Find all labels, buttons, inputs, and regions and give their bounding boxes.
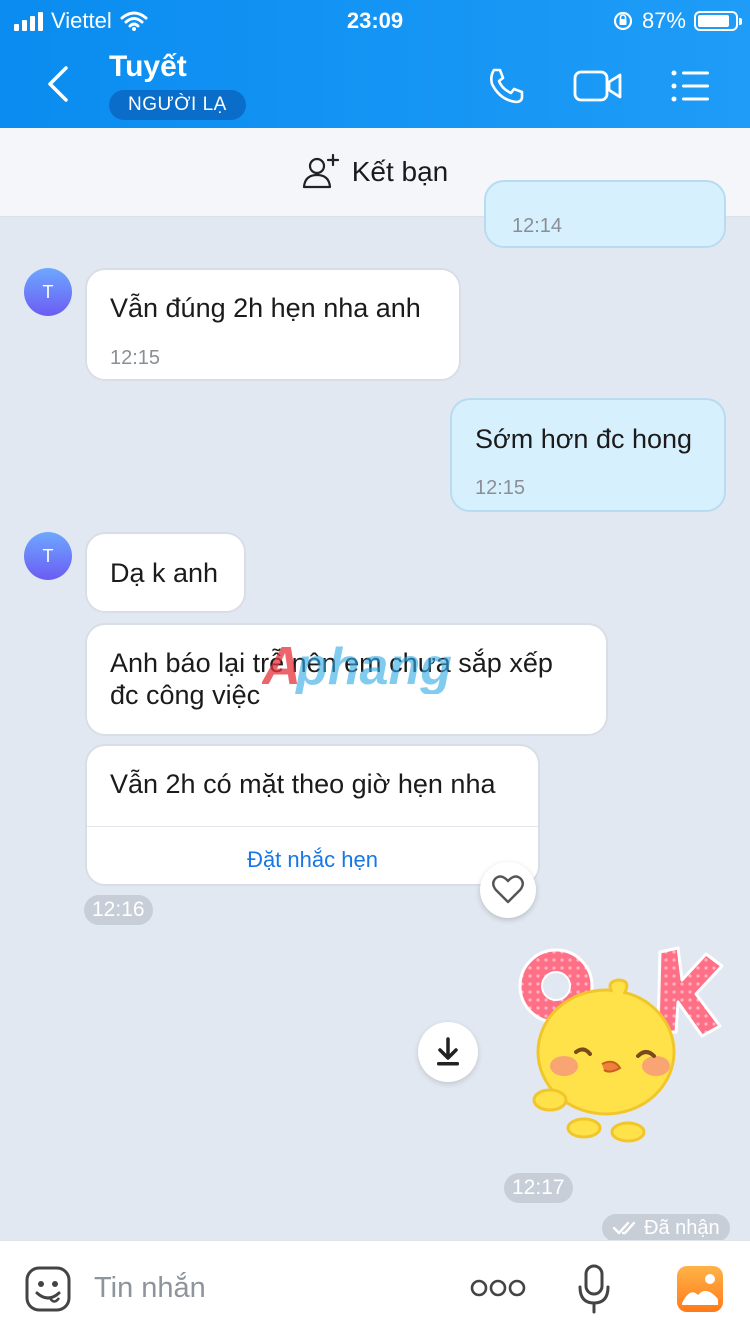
contact-name[interactable]: Tuyết [109,50,187,84]
download-button[interactable] [418,1022,478,1082]
heart-icon [492,875,524,904]
message-time: 12:15 [110,347,161,369]
photo-gallery-icon[interactable] [676,1265,724,1313]
back-chevron-icon[interactable] [40,62,80,106]
add-friend-label: Kết bạn [351,156,449,187]
set-reminder-button[interactable]: Đặt nhắc hẹn [87,844,538,876]
chat-header: Viettel 23:09 87% Tuyết NGƯỜI LẠ [0,0,750,128]
message-bubble-mine[interactable]: Sớm hơn đc hong 12:15 [450,398,726,512]
video-call-icon[interactable] [572,64,624,108]
stranger-badge: NGƯỜI LẠ [109,90,246,120]
message-text: Vẫn 2h có mặt theo giờ hẹn nha [110,769,496,799]
message-text: Sớm hơn đc hong [475,424,693,454]
status-bar: Viettel 23:09 87% [0,0,750,40]
message-input[interactable] [94,1263,424,1313]
message-bubble[interactable]: Vẫn đúng 2h hẹn nha anh 12:15 [85,268,461,381]
time-pill: 12:16 [84,895,153,925]
battery-icon [694,11,742,31]
message-bubble-with-reminder[interactable]: Vẫn 2h có mặt theo giờ hẹn nha Đặt nhắc … [85,744,540,886]
more-options-icon[interactable] [470,1273,526,1303]
avatar[interactable]: T [24,532,72,580]
received-label: Đã nhận [644,1217,720,1239]
message-text: Vẫn đúng 2h hẹn nha anh [110,293,421,323]
double-check-icon [612,1221,636,1235]
input-bar [0,1240,750,1335]
battery-percent: 87% [641,8,686,33]
avatar[interactable]: T [24,268,72,316]
watermark-text: phang [294,638,452,694]
received-status: Đã nhận [602,1214,730,1242]
time-pill: 12:17 [504,1173,573,1203]
ok-chick-sticker[interactable] [510,940,742,1152]
divider [87,826,538,827]
microphone-icon[interactable] [576,1263,612,1315]
message-bubble-previous[interactable]: 12:14 [484,180,726,248]
like-button[interactable] [480,862,536,918]
watermark-logo: A phang [262,636,452,694]
download-icon [437,1037,459,1066]
phone-call-icon[interactable] [484,64,528,108]
message-time: 12:14 [512,215,563,237]
menu-list-icon[interactable] [668,64,712,108]
message-time: 12:15 [475,477,526,499]
message-bubble[interactable]: Dạ k anh [85,532,246,613]
orientation-lock-icon [613,11,633,31]
message-text: Dạ k anh [110,558,219,588]
add-friend-icon [302,153,339,189]
emoji-icon[interactable] [24,1265,72,1313]
